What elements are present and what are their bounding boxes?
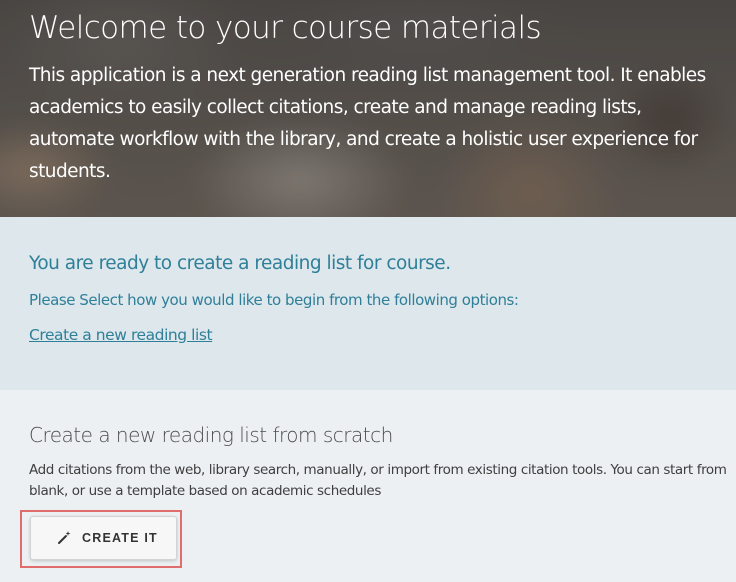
hero-description: This application is a next generation re… [29, 65, 706, 182]
create-it-button[interactable]: CREATE IT [30, 516, 177, 560]
create-it-button-label: CREATE IT [82, 531, 158, 545]
magic-wand-icon [58, 531, 71, 544]
welcome-hero: Welcome to your course materials This ap… [0, 0, 736, 217]
page: Welcome to your course materials This ap… [0, 0, 736, 582]
create-reading-list-link[interactable]: Create a new reading list [29, 326, 213, 344]
ready-heading: You are ready to create a reading list f… [29, 253, 451, 274]
ready-instructions: Please Select how you would like to begi… [29, 291, 519, 309]
scratch-heading: Create a new reading list from scratch [29, 423, 393, 447]
page-title: Welcome to your course materials [29, 10, 542, 46]
create-from-scratch-section: Create a new reading list from scratch A… [0, 390, 736, 582]
scratch-description: Add citations from the web, library sear… [29, 462, 727, 499]
ready-section: You are ready to create a reading list f… [0, 217, 736, 390]
